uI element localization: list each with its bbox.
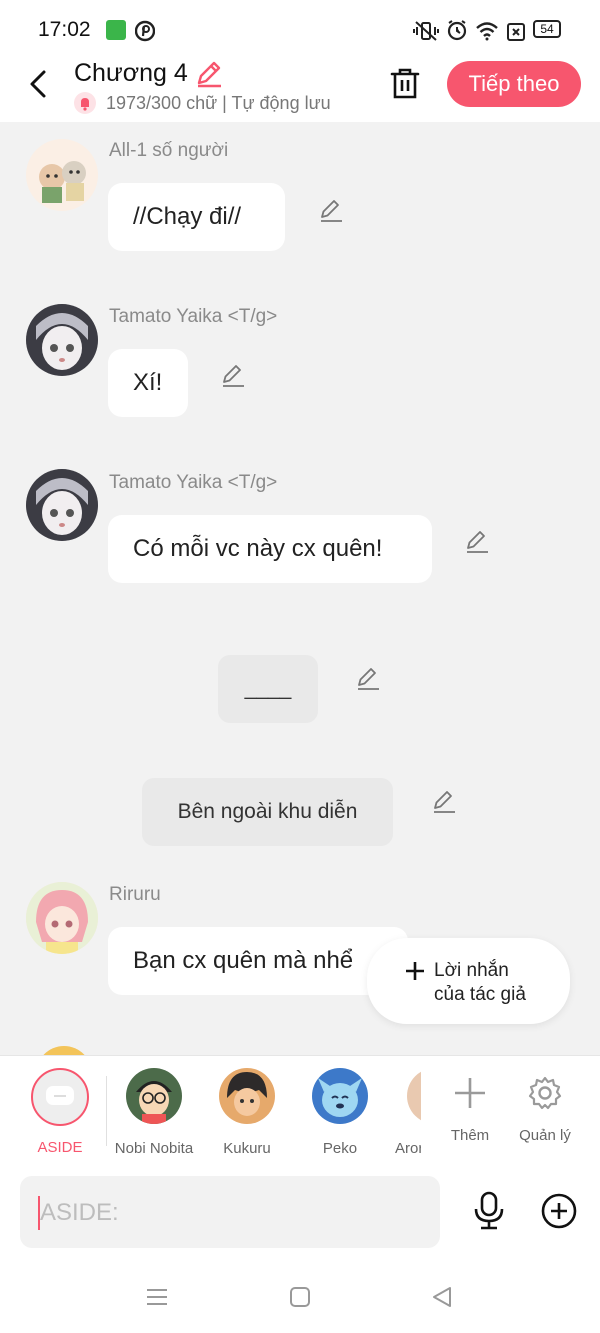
aror-avatar: [407, 1068, 421, 1124]
chat-feed[interactable]: All-1 số người //Chạy đi// Tamato Yaika …: [0, 122, 600, 1055]
gear-icon: [528, 1076, 562, 1110]
character-label: Nobi Nobita: [114, 1140, 194, 1157]
no-sim-icon: [507, 23, 525, 41]
character-label: Kukuru: [223, 1140, 271, 1157]
composer: ASIDE:: [0, 1165, 600, 1260]
app-notification-icon: [106, 20, 126, 40]
sender-name: Tamato Yaika <T/g>: [109, 472, 278, 493]
narration-block[interactable]: ____: [218, 655, 318, 723]
avatar[interactable]: [26, 469, 98, 541]
edit-message-icon[interactable]: [464, 528, 490, 554]
divider: [106, 1076, 107, 1146]
kukuru-avatar: [219, 1068, 275, 1124]
edit-message-icon[interactable]: [318, 197, 344, 223]
add-character-button[interactable]: Thêm: [430, 1068, 510, 1144]
status-time: 17:02: [38, 18, 91, 41]
edit-message-icon[interactable]: [355, 665, 381, 691]
sender-name: All-1 số người: [109, 140, 229, 161]
character-peko[interactable]: Peko: [300, 1068, 380, 1157]
add-circle-icon[interactable]: [540, 1192, 578, 1230]
nobita-avatar: [126, 1068, 182, 1124]
home-icon[interactable]: [289, 1286, 311, 1308]
avatar[interactable]: [26, 882, 98, 954]
wifi-icon: [476, 22, 498, 41]
top-app-bar: Chương 4 1973/300 chữ | Tự động lưu Tiếp…: [0, 58, 600, 122]
word-count-status: 1973/300 chữ | Tự động lưu: [106, 92, 331, 113]
message-input[interactable]: ASIDE:: [20, 1176, 440, 1248]
speech-bubble-icon: [46, 1086, 74, 1105]
sender-name: Tamato Yaika <T/g>: [109, 306, 278, 327]
plus-icon: [406, 962, 424, 980]
vibrate-mute-icon: [413, 21, 439, 41]
message-bubble[interactable]: //Chạy đi//: [108, 183, 285, 251]
character-label: Peko: [322, 1140, 358, 1157]
edit-title-icon[interactable]: [194, 58, 224, 88]
manage-characters-button[interactable]: Quản lý: [505, 1068, 585, 1144]
aside-avatar: [31, 1068, 89, 1126]
message-bubble[interactable]: Bạn cx quên mà nhể: [108, 927, 408, 995]
back-arrow-icon[interactable]: [26, 68, 50, 100]
character-nobita[interactable]: Nobi Nobita: [114, 1068, 194, 1157]
battery-level: 54: [540, 22, 554, 36]
add-label: Thêm: [450, 1127, 490, 1144]
plus-icon: [455, 1078, 485, 1108]
peko-avatar: [312, 1068, 368, 1124]
microphone-icon[interactable]: [472, 1191, 506, 1231]
character-selector: ASIDE Nobi Nobita Kukuru Peko Aror Thêm …: [0, 1055, 600, 1166]
back-nav-icon[interactable]: [430, 1285, 454, 1309]
chapter-subtitle: 1973/300 chữ | Tự động lưu: [74, 92, 331, 114]
message-bubble[interactable]: Xí!: [108, 349, 188, 417]
character-aside[interactable]: ASIDE: [20, 1068, 100, 1156]
sender-name: Riruru: [109, 884, 161, 905]
menu-icon[interactable]: [145, 1287, 169, 1307]
next-button[interactable]: Tiếp theo: [447, 61, 581, 107]
battery-icon: 54: [533, 20, 561, 38]
manage-label: Quản lý: [519, 1127, 571, 1144]
sender-name-partial: [108, 1048, 228, 1055]
character-kukuru[interactable]: Kukuru: [207, 1068, 287, 1157]
alarm-icon: [447, 20, 467, 41]
avatar[interactable]: [26, 139, 98, 211]
character-label: Aror: [395, 1140, 421, 1157]
avatar[interactable]: [26, 304, 98, 376]
author-note-button[interactable]: Lời nhắn của tác giả: [367, 938, 570, 1024]
message-bubble[interactable]: Có mỗi vc này cx quên!: [108, 515, 432, 583]
trash-icon[interactable]: [389, 66, 421, 100]
status-bar: 17:02 54: [0, 0, 600, 58]
avatar[interactable]: [36, 1046, 92, 1055]
character-label: ASIDE: [37, 1139, 83, 1156]
edit-message-icon[interactable]: [220, 362, 246, 388]
system-nav-bar: [0, 1260, 600, 1333]
narration-block[interactable]: Bên ngoài khu diễn: [142, 778, 393, 846]
pinterest-icon: [135, 20, 155, 42]
edit-message-icon[interactable]: [431, 788, 457, 814]
author-note-label-1: Lời nhắn: [434, 960, 509, 981]
character-aror[interactable]: Aror: [385, 1068, 421, 1157]
input-placeholder: ASIDE:: [40, 1199, 119, 1226]
author-note-label-2: của tác giả: [434, 984, 526, 1005]
notification-bell-icon: [74, 92, 96, 114]
chapter-title: Chương 4: [74, 58, 188, 87]
title-row: Chương 4: [74, 58, 224, 88]
